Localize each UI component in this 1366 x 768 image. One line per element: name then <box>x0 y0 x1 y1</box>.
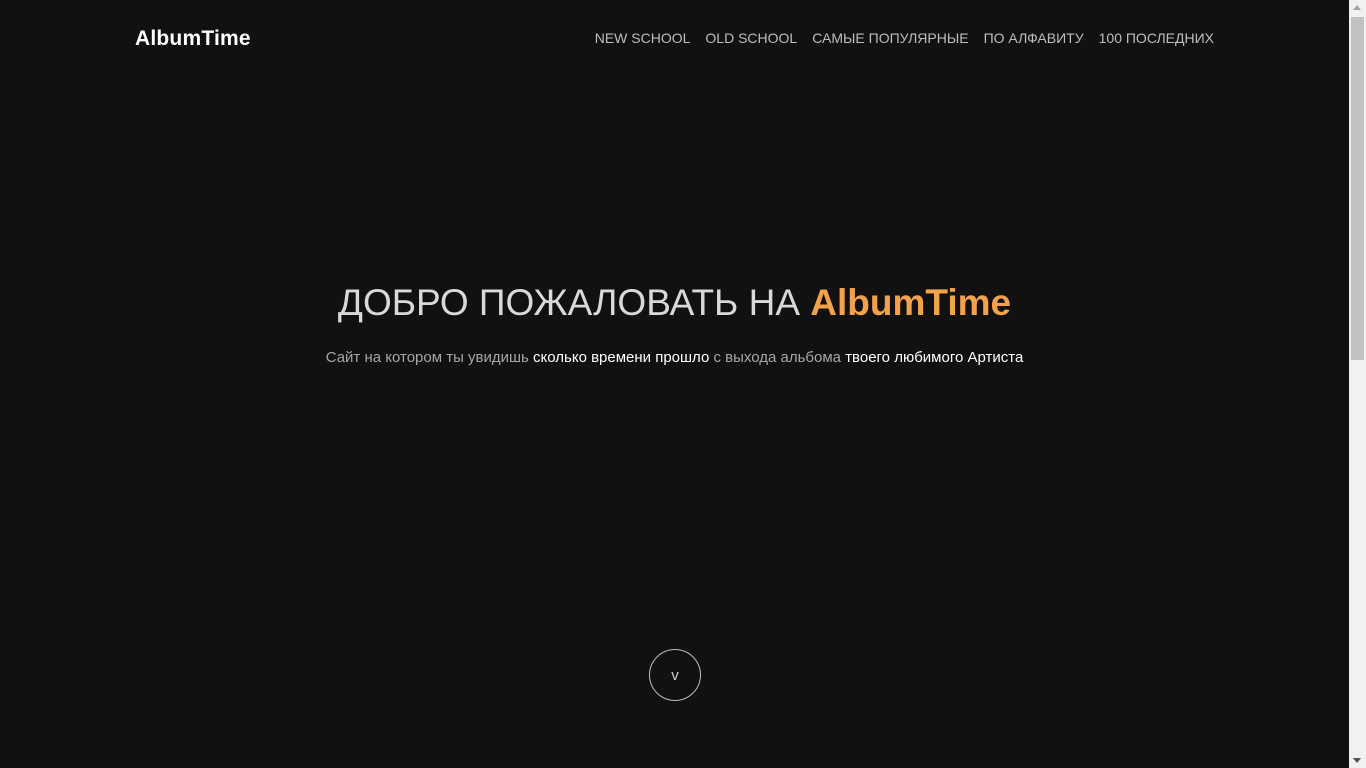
hero-subtitle-highlight2: твоего любимого Артиста <box>845 349 1024 366</box>
hero-title: ДОБРО ПОЖАЛОВАТЬ НА AlbumTime <box>0 282 1349 324</box>
nav-item-most-popular[interactable]: САМЫЕ ПОПУЛЯРНЫЕ <box>812 30 968 46</box>
nav-item-old-school[interactable]: OLD SCHOOL <box>705 30 797 46</box>
page-scrollbar[interactable] <box>1349 0 1366 768</box>
nav-item-alphabetical[interactable]: ПО АЛФАВИТУ <box>984 30 1084 46</box>
hero-subtitle-part2: с выхода альбома <box>709 349 846 366</box>
site-logo[interactable]: AlbumTime <box>135 27 251 51</box>
scrollbar-thumb[interactable] <box>1351 17 1364 360</box>
page: AlbumTime NEW SCHOOL OLD SCHOOL САМЫЕ ПО… <box>0 0 1366 768</box>
hero-title-prefix: ДОБРО ПОЖАЛОВАТЬ НА <box>337 282 811 323</box>
hero-title-brand: AlbumTime <box>810 282 1012 323</box>
chevron-down-icon: v <box>671 666 679 684</box>
hero-subtitle-highlight1: сколько времени прошло <box>533 349 710 366</box>
scroll-up-arrow-icon[interactable] <box>1353 5 1361 10</box>
main-nav: NEW SCHOOL OLD SCHOOL САМЫЕ ПОПУЛЯРНЫЕ П… <box>595 30 1214 46</box>
hero-subtitle-part1: Сайт на котором ты увидишь <box>325 349 534 366</box>
scroll-down-arrow-icon[interactable] <box>1353 758 1361 763</box>
nav-item-new-school[interactable]: NEW SCHOOL <box>595 30 691 46</box>
hero-subtitle: Сайт на котором ты увидишь сколько време… <box>0 349 1349 366</box>
nav-item-last-100[interactable]: 100 ПОСЛЕДНИХ <box>1099 30 1214 46</box>
scroll-down-button[interactable]: v <box>649 649 701 701</box>
